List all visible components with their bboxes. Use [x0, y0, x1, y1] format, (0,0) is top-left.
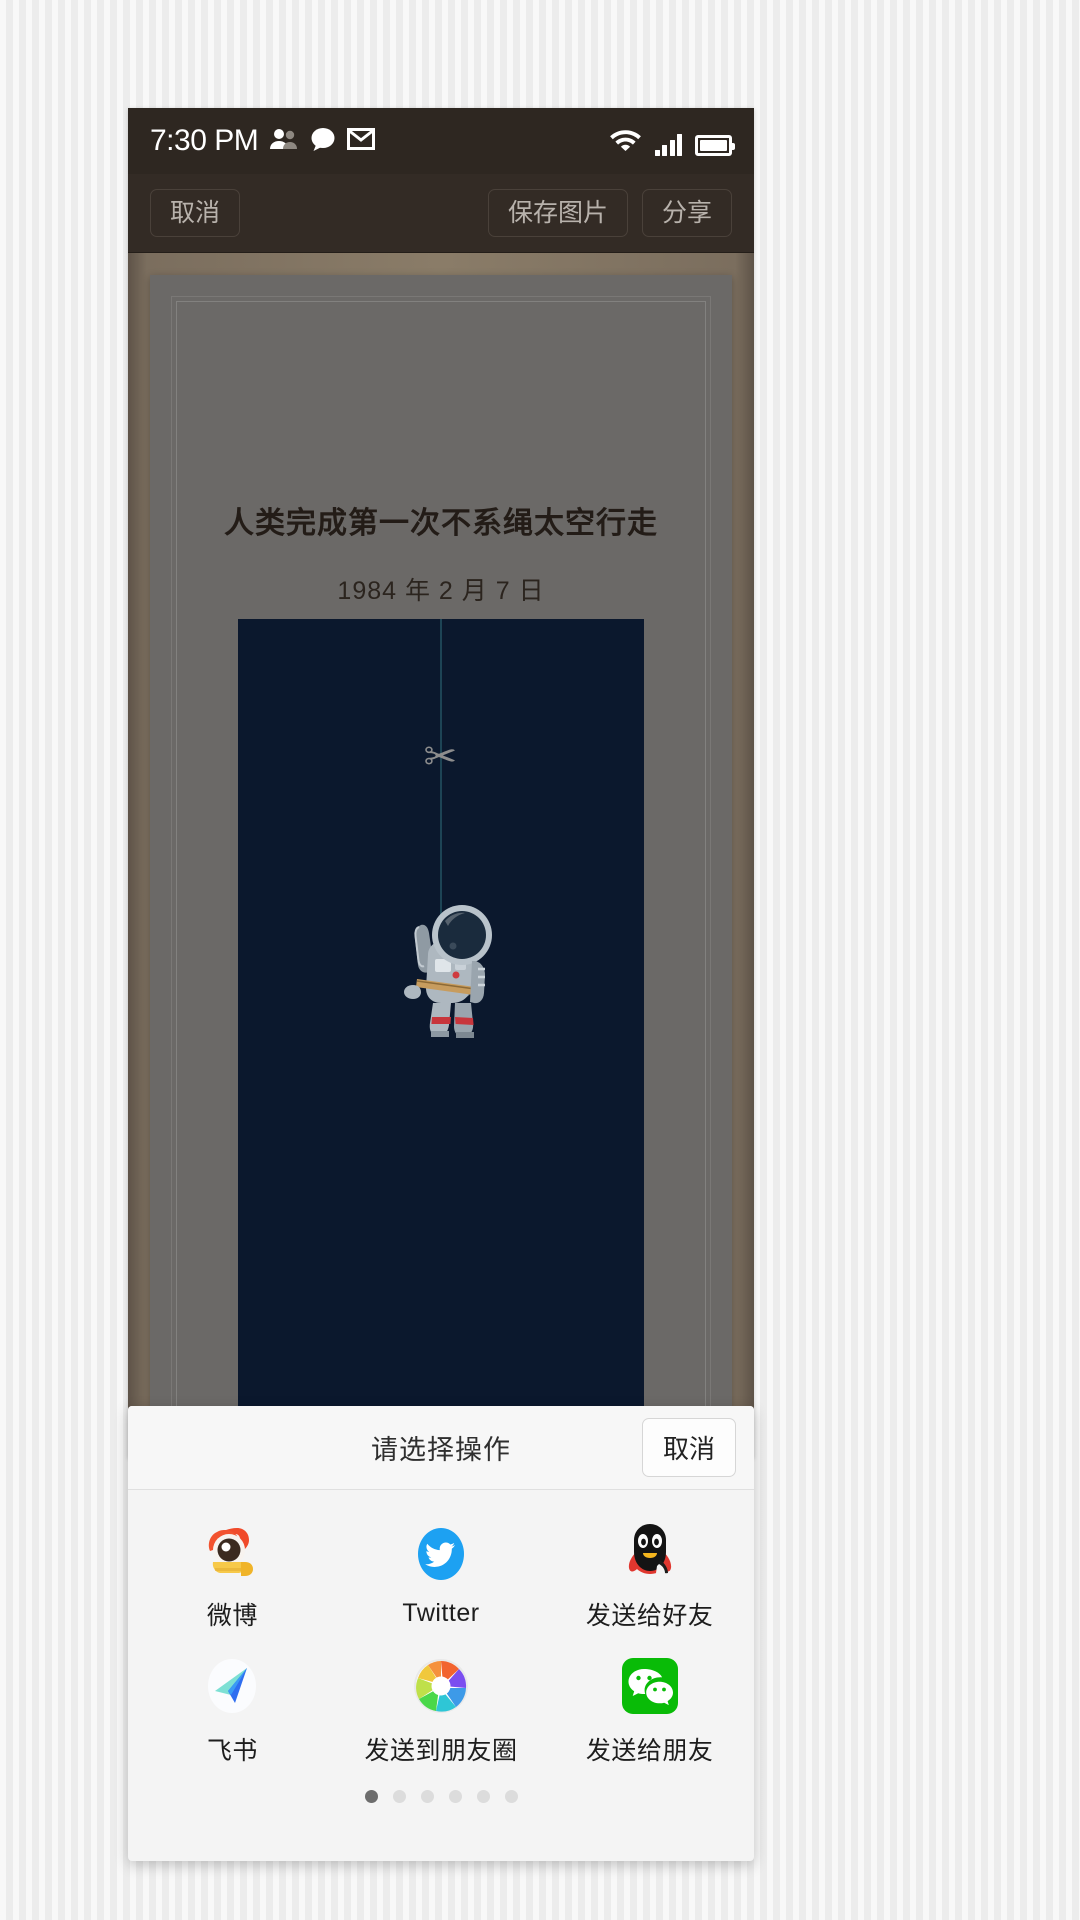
- share-app-label: 发送到朋友圈: [364, 1736, 518, 1765]
- qq-icon: [619, 1520, 681, 1582]
- phone-screen: 7:30 PM 取消 保存图片 分享 人类完成第一次不系绳太空行走 1984 年…: [128, 108, 754, 1458]
- share-app-label: Twitter: [402, 1599, 480, 1627]
- cancel-button[interactable]: 取消: [150, 188, 241, 238]
- toolbar-right-actions: 保存图片 分享: [487, 188, 732, 238]
- share-card: 人类完成第一次不系绳太空行走 1984 年 2 月 7 日 ✂: [150, 275, 732, 1458]
- share-app-feishu[interactable]: 飞书: [128, 1643, 337, 1778]
- envelope-icon: [347, 127, 376, 155]
- status-bar-left: 7:30 PM: [150, 124, 376, 158]
- page-dot[interactable]: [420, 1790, 434, 1803]
- page-dot[interactable]: [364, 1790, 378, 1803]
- share-button[interactable]: 分享: [641, 188, 732, 238]
- share-sheet: 请选择操作 取消 微博 Twitter 发送给好友 飞书 发送到朋友圈 发送给朋…: [128, 1406, 754, 1861]
- card-title: 人类完成第一次不系绳太空行走: [224, 507, 658, 540]
- status-bar-clock: 7:30 PM: [150, 124, 259, 157]
- astronaut-illustration: ✂: [238, 619, 644, 1458]
- share-app-twitter[interactable]: Twitter: [337, 1508, 546, 1643]
- people-icon: [269, 127, 299, 156]
- page-dot[interactable]: [476, 1790, 490, 1803]
- editor-toolbar: 取消 保存图片 分享: [128, 174, 754, 253]
- wechat-icon: [619, 1655, 681, 1717]
- share-app-label: 发送给好友: [585, 1601, 714, 1630]
- chat-bubble-icon: [310, 127, 336, 156]
- status-bar-right: [609, 126, 735, 156]
- card-date: 1984 年 2 月 7 日: [337, 577, 545, 605]
- tether-line: [440, 619, 442, 943]
- share-sheet-page-dots[interactable]: [128, 1790, 754, 1803]
- share-app-label: 发送给朋友: [585, 1736, 714, 1765]
- wechat-moments-icon: [410, 1655, 472, 1717]
- page-dot[interactable]: [504, 1790, 518, 1803]
- wifi-icon: [609, 126, 642, 156]
- page-dot[interactable]: [392, 1790, 406, 1803]
- battery-icon: [695, 135, 735, 156]
- astronaut-figure: [404, 905, 492, 1038]
- signal-bars-icon: [654, 134, 682, 156]
- share-app-qq[interactable]: 发送给好友: [545, 1508, 754, 1643]
- feishu-icon: [201, 1655, 263, 1717]
- share-apps-grid: 微博 Twitter 发送给好友 飞书 发送到朋友圈 发送给朋友: [128, 1490, 754, 1778]
- share-app-label: 微博: [206, 1601, 258, 1630]
- scissors-icon: ✂: [423, 735, 458, 779]
- twitter-icon: [410, 1523, 472, 1585]
- save-image-button[interactable]: 保存图片: [487, 188, 628, 238]
- preview-area: 人类完成第一次不系绳太空行走 1984 年 2 月 7 日 ✂: [128, 253, 754, 1458]
- weibo-icon: [201, 1520, 263, 1582]
- share-app-weibo[interactable]: 微博: [128, 1508, 337, 1643]
- page-dot[interactable]: [448, 1790, 462, 1803]
- status-bar: 7:30 PM: [128, 108, 754, 174]
- share-app-wechat[interactable]: 发送给朋友: [545, 1643, 754, 1778]
- share-app-wechat-moments[interactable]: 发送到朋友圈: [337, 1643, 546, 1778]
- share-sheet-header: 请选择操作 取消: [128, 1406, 754, 1490]
- share-app-label: 飞书: [206, 1736, 258, 1765]
- share-sheet-cancel-button[interactable]: 取消: [641, 1418, 736, 1477]
